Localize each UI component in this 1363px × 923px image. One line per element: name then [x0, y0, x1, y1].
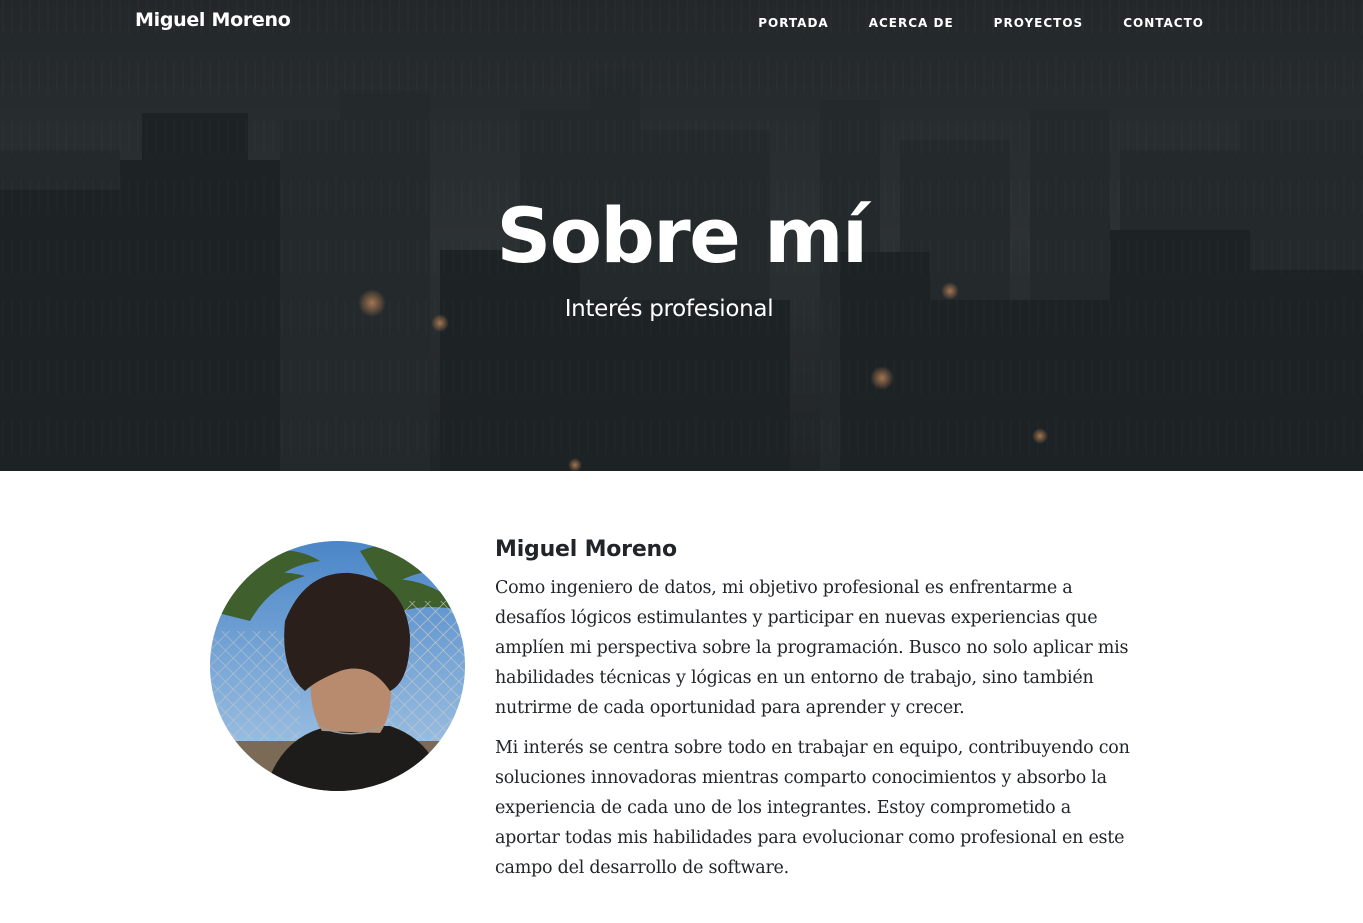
- page-title: Sobre mí: [496, 191, 868, 280]
- nav-link-portada[interactable]: PORTADA: [758, 16, 829, 30]
- nav-item-proyectos: PROYECTOS: [994, 14, 1084, 32]
- bio-paragraph: Como ingeniero de datos, mi objetivo pro…: [495, 578, 1129, 718]
- nav-link-acerca-de[interactable]: ACERCA DE: [869, 16, 954, 30]
- bio-name: Miguel Moreno: [495, 537, 677, 562]
- bio-block: Miguel Moreno Como ingeniero de datos, m…: [495, 535, 1140, 893]
- page-subtitle: Interés profesional: [564, 296, 774, 322]
- nav-links: PORTADA ACERCA DE PROYECTOS CONTACTO: [758, 14, 1204, 32]
- main-navbar: Miguel Moreno PORTADA ACERCA DE PROYECTO…: [0, 0, 1363, 44]
- nav-link-contacto[interactable]: CONTACTO: [1123, 16, 1204, 30]
- brand-link[interactable]: Miguel Moreno: [135, 9, 291, 31]
- profile-photo-image: [210, 541, 465, 791]
- profile-photo: [210, 541, 465, 791]
- bio-paragraph: Mi interés se centra sobre todo en traba…: [495, 738, 1130, 878]
- nav-item-portada: PORTADA: [758, 14, 829, 32]
- nav-link-proyectos[interactable]: PROYECTOS: [994, 16, 1084, 30]
- page-header: Miguel Moreno PORTADA ACERCA DE PROYECTO…: [0, 0, 1363, 471]
- nav-item-contacto: CONTACTO: [1123, 14, 1204, 32]
- nav-item-acerca-de: ACERCA DE: [869, 14, 954, 32]
